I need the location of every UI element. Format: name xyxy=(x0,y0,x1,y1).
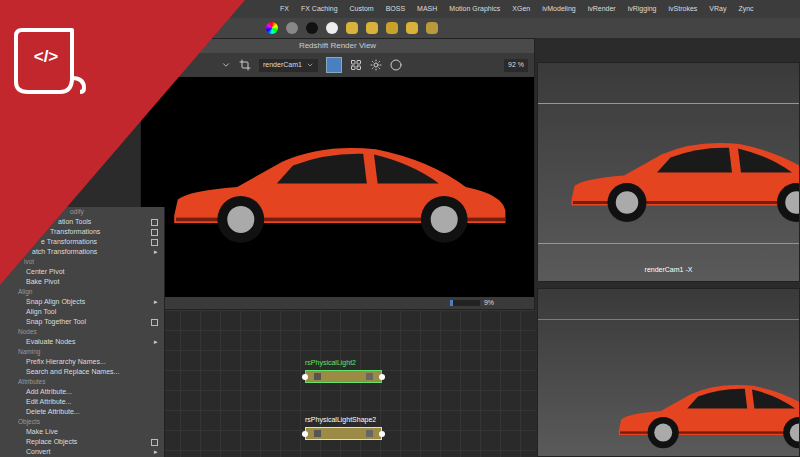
zoom-field[interactable]: 92 % xyxy=(504,59,528,72)
shelf-tab[interactable]: ivModeling xyxy=(542,4,575,15)
car-viewport-top xyxy=(558,123,800,228)
menu-item[interactable]: Replace Objects xyxy=(0,437,164,447)
node-label: rsPhysicalLightShape2 xyxy=(305,415,382,426)
shelf-tab[interactable]: XGen xyxy=(512,4,530,15)
menu-header: Nodes xyxy=(0,327,164,337)
light-icon[interactable] xyxy=(426,22,438,34)
menu-header: Naming xyxy=(0,347,164,357)
input-port[interactable] xyxy=(302,374,308,380)
node[interactable]: rsPhysicalLightShape2 xyxy=(305,415,382,440)
input-port[interactable] xyxy=(302,431,308,437)
menu-item[interactable]: Bake Pivot xyxy=(0,277,164,287)
menu-item[interactable]: Evaluate Nodes▸ xyxy=(0,337,164,347)
swatch-icon xyxy=(366,373,373,380)
shelf-tab[interactable]: BOSS xyxy=(386,4,405,15)
color-sphere-icon[interactable] xyxy=(266,22,278,34)
shelf-tab[interactable]: FX xyxy=(280,4,289,15)
menu-item[interactable]: Convert▸ xyxy=(0,447,164,457)
progress-reading: 9% xyxy=(484,298,494,309)
shelf-tab[interactable]: ivRigging xyxy=(628,4,657,15)
menu-item[interactable]: Center Pivot xyxy=(0,267,164,277)
menu-item[interactable]: Add Attribute... xyxy=(0,387,164,397)
light-icon[interactable] xyxy=(346,22,358,34)
menu-item[interactable]: Snap Together Tool xyxy=(0,317,164,327)
shelf-tab[interactable]: FX Caching xyxy=(301,4,338,15)
grid-icon[interactable] xyxy=(350,59,362,71)
menu-item[interactable]: Search and Replace Names... xyxy=(0,367,164,377)
light-icon xyxy=(314,373,321,380)
shelf-tab[interactable]: VRay xyxy=(709,4,726,15)
car-render xyxy=(158,124,518,250)
viewport-top[interactable]: renderCam1 -X xyxy=(537,62,800,282)
shelf-tab[interactable]: ivStrokes xyxy=(669,4,698,15)
viewport-label: renderCam1 -X xyxy=(538,265,799,276)
output-port[interactable] xyxy=(379,431,385,437)
shelf-tab[interactable]: MASH xyxy=(417,4,437,15)
menu-item[interactable]: Make Live xyxy=(0,427,164,437)
menu-item[interactable]: Delete Attribute... xyxy=(0,407,164,417)
camera-dropdown[interactable]: renderCam1 xyxy=(259,59,318,72)
light-icon[interactable] xyxy=(406,22,418,34)
menu-header: Align xyxy=(0,287,164,297)
menu-item[interactable]: Snap Align Objects▸ xyxy=(0,297,164,307)
option-box[interactable] xyxy=(151,219,158,226)
light-icon[interactable] xyxy=(366,22,378,34)
exposure-icon[interactable] xyxy=(370,59,382,71)
option-box[interactable] xyxy=(151,319,158,326)
node-editor[interactable]: rsPhysicalLight2 rsPhysicalLightShape2 xyxy=(140,310,535,457)
dropdown-icon[interactable] xyxy=(221,60,231,70)
menu-header: Objects xyxy=(0,417,164,427)
crop-icon[interactable] xyxy=(239,59,251,71)
submenu-arrow: ▸ xyxy=(154,247,158,258)
submenu-arrow: ▸ xyxy=(154,337,158,348)
node[interactable]: rsPhysicalLight2 xyxy=(305,358,382,383)
light-icon xyxy=(314,430,321,437)
render-view-window: Redshift Render ViewrenderCam192 %9% xyxy=(140,38,535,310)
menu-item[interactable]: Edit Attribute... xyxy=(0,397,164,407)
white-sphere-icon[interactable] xyxy=(326,22,338,34)
output-port[interactable] xyxy=(379,374,385,380)
car-viewport-bottom xyxy=(608,369,800,453)
option-box[interactable] xyxy=(151,439,158,446)
menu-item[interactable]: Align Tool xyxy=(0,307,164,317)
swatch-icon xyxy=(366,430,373,437)
option-box[interactable] xyxy=(151,239,158,246)
shelf-tab[interactable]: Zync xyxy=(738,4,753,15)
circle-icon[interactable] xyxy=(390,59,402,71)
progress-bar xyxy=(450,300,480,306)
render-image xyxy=(141,77,534,297)
screen: FX FX Caching Custom BOSS MASH Motion Graphic… xyxy=(0,0,800,457)
node-label: rsPhysicalLight2 xyxy=(305,358,382,369)
black-sphere-icon[interactable] xyxy=(306,22,318,34)
render-toolbar: renderCam1 92 % xyxy=(141,53,534,77)
shelf-tab[interactable]: ivRender xyxy=(588,4,616,15)
menu-item[interactable]: Prefix Hierarchy Names... xyxy=(0,357,164,367)
status-bar: 9% xyxy=(141,297,534,309)
red-banner xyxy=(0,0,245,285)
grey-sphere-icon[interactable] xyxy=(286,22,298,34)
shelf-tab[interactable]: Motion Graphics xyxy=(449,4,500,15)
option-box[interactable] xyxy=(151,229,158,236)
light-icon[interactable] xyxy=(386,22,398,34)
viewport-bottom[interactable] xyxy=(537,288,800,457)
menu-header: ivot xyxy=(0,257,164,267)
script-logo-icon: </> xyxy=(22,48,70,65)
menu-header: Attributes xyxy=(0,377,164,387)
submenu-arrow: ▸ xyxy=(154,447,158,457)
region-icon[interactable] xyxy=(326,57,342,73)
shelf-tab[interactable]: Custom xyxy=(350,4,374,15)
submenu-arrow: ▸ xyxy=(154,297,158,308)
